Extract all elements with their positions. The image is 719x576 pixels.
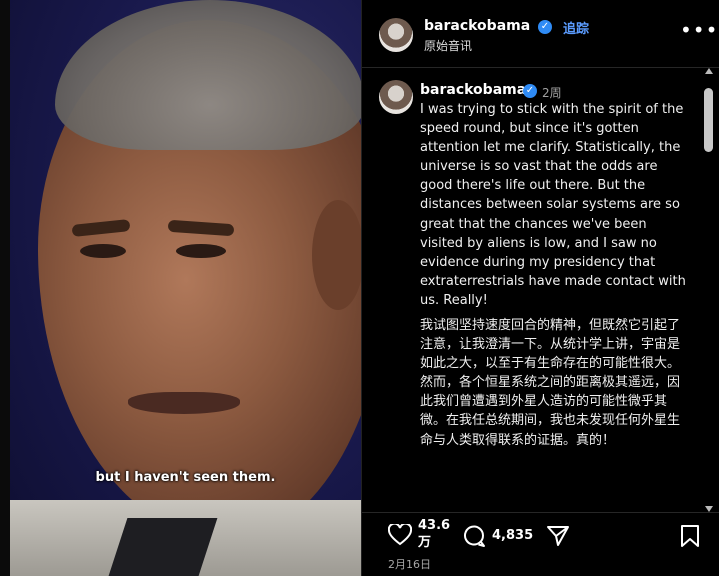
- left-eye: [80, 244, 126, 258]
- caption-text-chinese: 我试图坚持速度回合的精神，但既然它引起了注意，让我澄清一下。从统计学上讲，宇宙是…: [420, 318, 681, 448]
- actions-divider: [362, 512, 719, 513]
- heart-icon[interactable]: [388, 524, 412, 546]
- original-audio-link[interactable]: 原始音讯: [424, 37, 472, 54]
- follow-button[interactable]: 追踪: [563, 18, 589, 37]
- person-hair: [55, 0, 361, 150]
- right-eye: [176, 244, 226, 258]
- send-paper-plane-icon[interactable]: [546, 524, 570, 548]
- person-tie: [108, 518, 218, 576]
- scroll-up-arrow-icon[interactable]: [705, 68, 713, 74]
- more-horizontal-icon[interactable]: •••: [680, 18, 718, 42]
- like-count-unit[interactable]: 万: [418, 535, 431, 551]
- post-date[interactable]: 2月16日: [388, 556, 431, 572]
- post-side-panel: barackobama ✓ 追踪 原始音讯 ••• barackobama ✓ …: [361, 0, 719, 576]
- comments-scrollbar[interactable]: [702, 68, 716, 512]
- person-mouth: [128, 392, 240, 414]
- video-subtitle: but I haven't seen them.: [95, 470, 276, 485]
- author-avatar[interactable]: [379, 18, 413, 52]
- comment-author-username[interactable]: barackobama: [420, 82, 526, 98]
- author-username[interactable]: barackobama: [424, 18, 530, 34]
- verified-badge-icon: ✓: [538, 20, 552, 34]
- header-divider: [362, 67, 719, 68]
- action-bar: 43.6 万 4,835: [362, 514, 719, 554]
- person-ear: [312, 200, 361, 310]
- comment-verified-badge-icon: ✓: [523, 84, 537, 98]
- caption-text-english: I was trying to stick with the spirit of…: [420, 102, 686, 308]
- video-player[interactable]: but I haven't seen them.: [10, 0, 361, 576]
- comment-timestamp[interactable]: 2周: [542, 84, 562, 101]
- scrollbar-thumb[interactable]: [704, 88, 713, 152]
- bookmark-icon[interactable]: [680, 524, 700, 548]
- comment-author-avatar[interactable]: [379, 80, 413, 114]
- comment-count[interactable]: 4,835: [492, 528, 533, 544]
- like-count[interactable]: 43.6: [418, 518, 450, 534]
- comment-bubble-icon[interactable]: [462, 524, 486, 548]
- post-viewer: but I haven't seen them. barackobama ✓ 追…: [10, 0, 719, 576]
